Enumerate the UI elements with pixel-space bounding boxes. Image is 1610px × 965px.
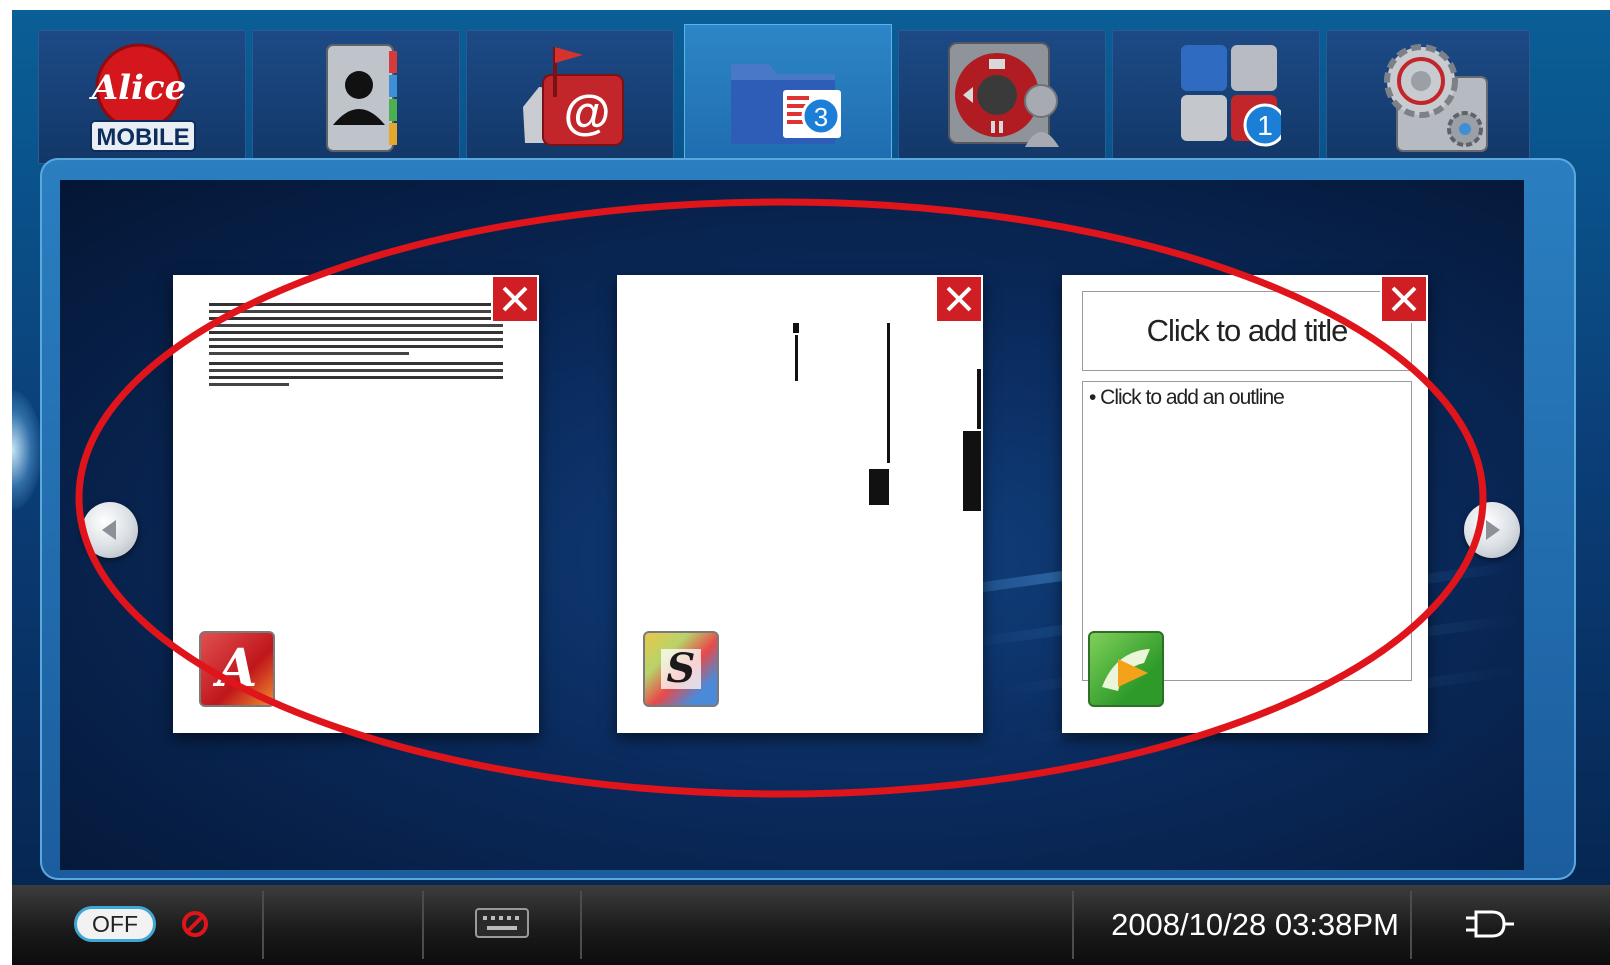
apps-badge-count: 1 [1257,110,1273,141]
spreadsheet-app-icon: S [643,631,719,707]
next-page-button[interactable] [1464,502,1520,558]
keyboard-button[interactable] [474,905,530,941]
arrow-right-icon [1486,520,1500,540]
logo-text-top: Alice [89,68,187,108]
apps-grid-icon: 1 [1151,37,1287,157]
tab-media[interactable] [898,30,1106,164]
top-tab-bar: Alice MOBILE @ 3 1 [38,24,1584,174]
tab-contacts[interactable] [252,30,460,164]
tab-alice-mobile[interactable]: Alice MOBILE [38,30,246,164]
status-bar: OFF 2008/10/28 03:38PM [12,885,1610,965]
no-entry-icon [182,911,208,937]
close-icon [946,286,972,312]
svg-text:@: @ [564,87,611,140]
close-document-button[interactable] [491,275,539,323]
device-screen: Alice MOBILE @ 3 1 A S Click to add titl… [12,10,1610,965]
text-editor-app-icon: A [199,631,275,707]
presentation-play-icon [1102,649,1150,691]
settings-gear-icon [1363,37,1493,157]
documents-badge-count: 3 [814,102,828,132]
tab-settings[interactable] [1326,30,1530,164]
close-document-button[interactable] [935,275,983,323]
presentation-app-icon [1088,631,1164,707]
arrow-left-icon [102,520,116,540]
tab-mail[interactable]: @ [466,30,674,164]
text-editor-letter: A [216,638,258,699]
document-card-spreadsheet[interactable]: S [617,275,983,733]
off-toggle[interactable]: OFF [74,906,156,942]
background-glow [12,390,42,510]
media-player-icon [937,37,1067,157]
document-card-presentation[interactable]: Click to add title • Click to add an out… [1062,275,1428,733]
mail-icon: @ [505,37,635,157]
slide-title-placeholder: Click to add title [1082,291,1412,371]
power-plug-icon [1466,910,1514,938]
alice-mobile-logo-icon: Alice MOBILE [77,37,207,157]
tab-documents[interactable]: 3 [684,24,892,174]
close-document-button[interactable] [1380,275,1428,323]
keyboard-icon [475,908,529,938]
status-divider [422,891,424,959]
document-text-preview [209,303,503,386]
contacts-icon [291,37,421,157]
status-divider [1410,891,1412,959]
close-icon [502,286,528,312]
close-icon [1391,286,1417,312]
tab-applications[interactable]: 1 [1112,30,1320,164]
document-card-text[interactable]: A [173,275,539,733]
status-divider [1072,891,1074,959]
status-divider [580,891,582,959]
documents-folder-icon: 3 [723,40,853,160]
status-divider [262,891,264,959]
previous-page-button[interactable] [82,502,138,558]
spreadsheet-letter: S [660,649,702,689]
logo-text-bottom: MOBILE [96,124,189,151]
status-datetime: 2008/10/28 03:38PM [1111,907,1399,942]
